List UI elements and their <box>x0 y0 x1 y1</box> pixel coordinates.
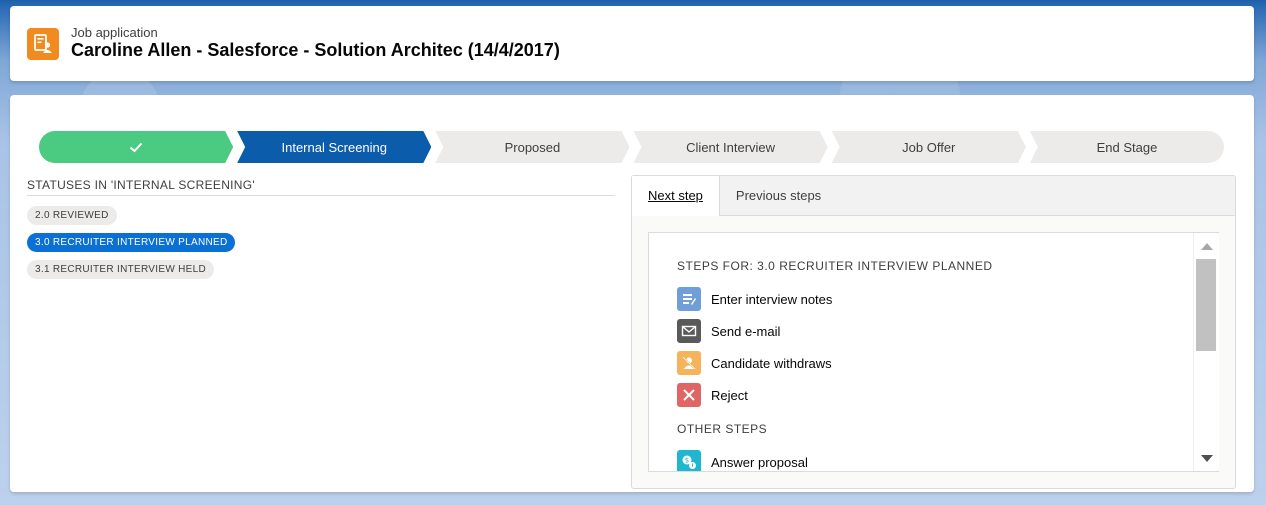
record-title: Caroline Allen - Salesforce - Solution A… <box>71 40 560 60</box>
steps-tabs-panel: Next step Previous steps STEPS FOR: 3.0 … <box>631 175 1236 489</box>
statuses-heading: STATUSES IN 'INTERNAL SCREENING' <box>27 178 615 196</box>
stage-path: Internal Screening Proposed Client Inter… <box>39 131 1225 163</box>
status-reviewed[interactable]: 2.0 REVIEWED <box>27 206 117 225</box>
answer-proposal-icon: $ <box>677 450 701 471</box>
status-list: 2.0 REVIEWED 3.0 RECRUITER INTERVIEW PLA… <box>27 205 236 286</box>
stage-proposed[interactable]: Proposed <box>435 131 629 163</box>
path-card: Internal Screening Proposed Client Inter… <box>10 95 1254 492</box>
step-label: Reject <box>711 387 748 403</box>
tab-previous-steps[interactable]: Previous steps <box>720 176 837 216</box>
other-steps-heading: OTHER STEPS <box>677 422 768 436</box>
step-enter-interview-notes[interactable]: Enter interview notes <box>677 287 832 311</box>
record-header: Job application Caroline Allen - Salesfo… <box>10 6 1254 81</box>
next-step-content: STEPS FOR: 3.0 RECRUITER INTERVIEW PLANN… <box>648 232 1219 472</box>
stage-internal-screening[interactable]: Internal Screening <box>237 131 431 163</box>
step-send-email[interactable]: Send e-mail <box>677 319 780 343</box>
tab-next-step[interactable]: Next step <box>632 176 720 216</box>
step-label: Candidate withdraws <box>711 355 832 371</box>
step-candidate-withdraws[interactable]: Candidate withdraws <box>677 351 832 375</box>
notes-icon <box>677 287 701 311</box>
check-icon <box>128 139 144 155</box>
scroll-up-icon[interactable] <box>1201 243 1213 250</box>
tab-bar: Next step Previous steps <box>632 176 1235 216</box>
user-remove-icon <box>677 351 701 375</box>
stage-completed[interactable] <box>39 131 233 163</box>
stage-job-offer[interactable]: Job Offer <box>832 131 1026 163</box>
stage-end-stage[interactable]: End Stage <box>1029 131 1225 163</box>
status-recruiter-interview-held[interactable]: 3.1 RECRUITER INTERVIEW HELD <box>27 260 215 279</box>
email-icon <box>677 319 701 343</box>
job-application-icon <box>27 28 59 60</box>
record-type-label: Job application <box>71 25 158 40</box>
step-label: Enter interview notes <box>711 291 833 307</box>
steps-heading: STEPS FOR: 3.0 RECRUITER INTERVIEW PLANN… <box>677 259 993 273</box>
close-icon <box>677 383 701 407</box>
stage-client-interview[interactable]: Client Interview <box>634 131 828 163</box>
step-answer-proposal[interactable]: $ Answer proposal <box>677 450 808 471</box>
scroll-down-icon[interactable] <box>1201 455 1213 462</box>
status-recruiter-interview-planned[interactable]: 3.0 RECRUITER INTERVIEW PLANNED <box>27 233 236 252</box>
step-reject[interactable]: Reject <box>677 383 748 407</box>
scrollbar-thumb[interactable] <box>1196 259 1216 351</box>
step-label: Send e-mail <box>711 323 781 339</box>
step-label: Answer proposal <box>711 454 808 470</box>
steps-scrollbar[interactable] <box>1193 233 1219 471</box>
svg-text:$: $ <box>685 457 689 465</box>
